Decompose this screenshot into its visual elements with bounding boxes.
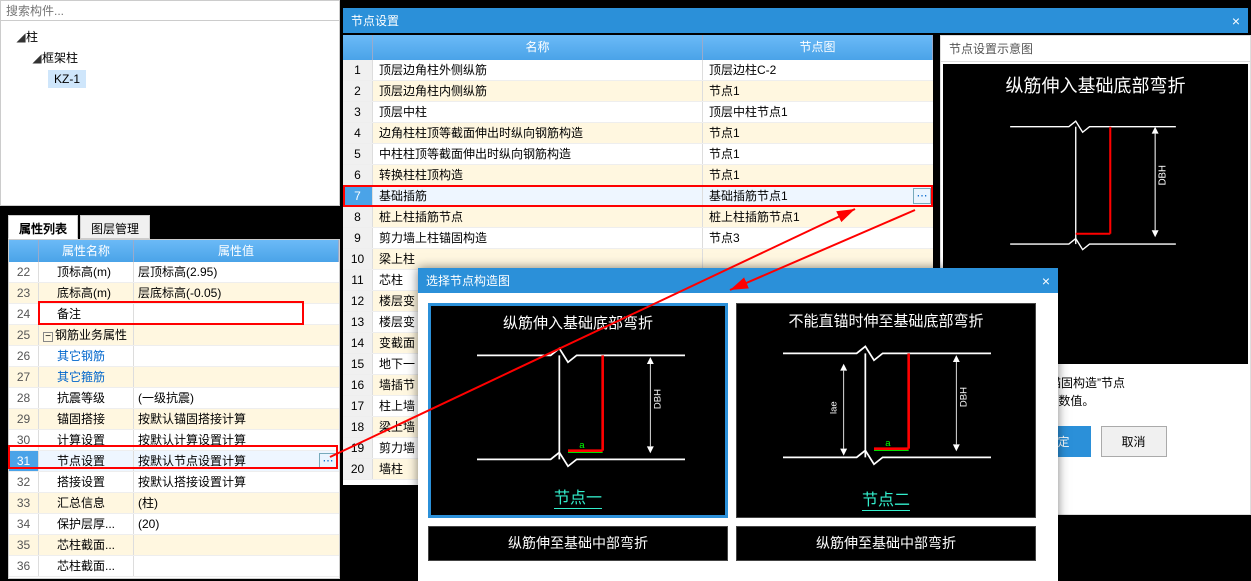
- svg-text:lae: lae: [829, 401, 840, 414]
- node-row[interactable]: 9 剪力墙上柱锚固构造 节点3: [343, 228, 933, 249]
- node-row[interactable]: 10 梁上柱: [343, 249, 933, 270]
- node-row[interactable]: 7 基础插筋 基础插筋节点1⋯: [343, 186, 933, 207]
- tab-properties[interactable]: 属性列表: [8, 215, 78, 239]
- select-node-dialog: 选择节点构造图 × 纵筋伸入基础底部弯折 DBH a 节点一 不能直锚时伸至基础…: [418, 268, 1058, 581]
- expand-icon: ◢: [32, 51, 42, 65]
- tab-bar: 属性列表 图层管理: [8, 215, 340, 239]
- cancel-button[interactable]: 取消: [1101, 426, 1167, 457]
- ellipsis-button[interactable]: ⋯: [319, 453, 337, 469]
- diagram-title: 节点设置示意图: [941, 36, 1250, 62]
- tree-node-kz1[interactable]: KZ-1: [16, 68, 324, 90]
- node-thumbnail[interactable]: 纵筋伸至基础中部弯折: [736, 526, 1036, 561]
- svg-text:DBH: DBH: [959, 387, 970, 407]
- node-thumbnail[interactable]: 不能直锚时伸至基础底部弯折 DBH a lae 节点二: [736, 303, 1036, 518]
- dialog-title: 选择节点构造图: [426, 272, 510, 289]
- tree-node-frame-column[interactable]: ◢框架柱: [16, 47, 324, 68]
- svg-text:a: a: [579, 440, 585, 451]
- node-row[interactable]: 6 转换柱柱顶构造 节点1: [343, 165, 933, 186]
- node-row[interactable]: 4 边角柱柱顶等截面伸出时纵向钢筋构造 节点1: [343, 123, 933, 144]
- search-input[interactable]: [1, 1, 339, 21]
- node-row[interactable]: 1 顶层边角柱外侧纵筋 顶层边柱C-2: [343, 60, 933, 81]
- node-thumbnail[interactable]: 纵筋伸至基础中部弯折: [428, 526, 728, 561]
- node-dialog-titlebar: 节点设置 ×: [343, 8, 1248, 33]
- tree-panel: ◢柱 ◢框架柱 KZ-1: [0, 0, 340, 206]
- close-icon[interactable]: ×: [1232, 13, 1240, 29]
- prop-row[interactable]: 25 −钢筋业务属性: [9, 325, 339, 346]
- prop-header: 属性名称 属性值: [9, 240, 339, 262]
- prop-row[interactable]: 36 芯柱截面...: [9, 556, 339, 577]
- prop-row[interactable]: 32 搭接设置 按默认搭接设置计算: [9, 472, 339, 493]
- prop-row[interactable]: 29 锚固搭接 按默认锚固搭接计算: [9, 409, 339, 430]
- close-icon[interactable]: ×: [1042, 273, 1050, 289]
- expand-icon: ◢: [16, 30, 26, 44]
- svg-text:a: a: [885, 438, 891, 449]
- node-table-header: 名称 节点图: [343, 35, 933, 60]
- prop-row[interactable]: 30 计算设置 按默认计算设置计算: [9, 430, 339, 451]
- prop-row[interactable]: 31 节点设置 按默认节点设置计算⋯: [9, 451, 339, 472]
- node-row[interactable]: 8 桩上柱插筋节点 桩上柱插筋节点1: [343, 207, 933, 228]
- node-thumbnail[interactable]: 纵筋伸入基础底部弯折 DBH a 节点一: [428, 303, 728, 518]
- node-row[interactable]: 3 顶层中柱 顶层中柱节点1: [343, 102, 933, 123]
- property-table: 属性名称 属性值 22 顶标高(m) 层顶标高(2.95) 23 底标高(m) …: [8, 239, 340, 579]
- prop-row[interactable]: 33 汇总信息 (柱): [9, 493, 339, 514]
- thumbnail-grid: 纵筋伸入基础底部弯折 DBH a 节点一 不能直锚时伸至基础底部弯折 DBH a…: [418, 293, 1058, 573]
- svg-text:DBH: DBH: [1158, 165, 1169, 185]
- tree-node-column[interactable]: ◢柱: [16, 26, 324, 47]
- dialog-title: 节点设置: [351, 12, 399, 29]
- select-dialog-titlebar: 选择节点构造图 ×: [418, 268, 1058, 293]
- prop-row[interactable]: 34 保护层厚... (20): [9, 514, 339, 535]
- component-tree: ◢柱 ◢框架柱 KZ-1: [1, 21, 339, 95]
- prop-row[interactable]: 23 底标高(m) 层底标高(-0.05): [9, 283, 339, 304]
- prop-row[interactable]: 24 备注: [9, 304, 339, 325]
- prop-row[interactable]: 27 其它箍筋: [9, 367, 339, 388]
- prop-row[interactable]: 22 顶标高(m) 层顶标高(2.95): [9, 262, 339, 283]
- node-row[interactable]: 5 中柱柱顶等截面伸出时纵向钢筋构造 节点1: [343, 144, 933, 165]
- prop-row[interactable]: 28 抗震等级 (一级抗震): [9, 388, 339, 409]
- prop-row[interactable]: 26 其它钢筋: [9, 346, 339, 367]
- node-row[interactable]: 2 顶层边角柱内侧纵筋 节点1: [343, 81, 933, 102]
- svg-text:DBH: DBH: [653, 389, 664, 409]
- prop-row[interactable]: 35 芯柱截面...: [9, 535, 339, 556]
- tab-layers[interactable]: 图层管理: [80, 215, 150, 239]
- ellipsis-button[interactable]: ⋯: [913, 188, 931, 204]
- diagram-svg: DBH: [973, 106, 1213, 251]
